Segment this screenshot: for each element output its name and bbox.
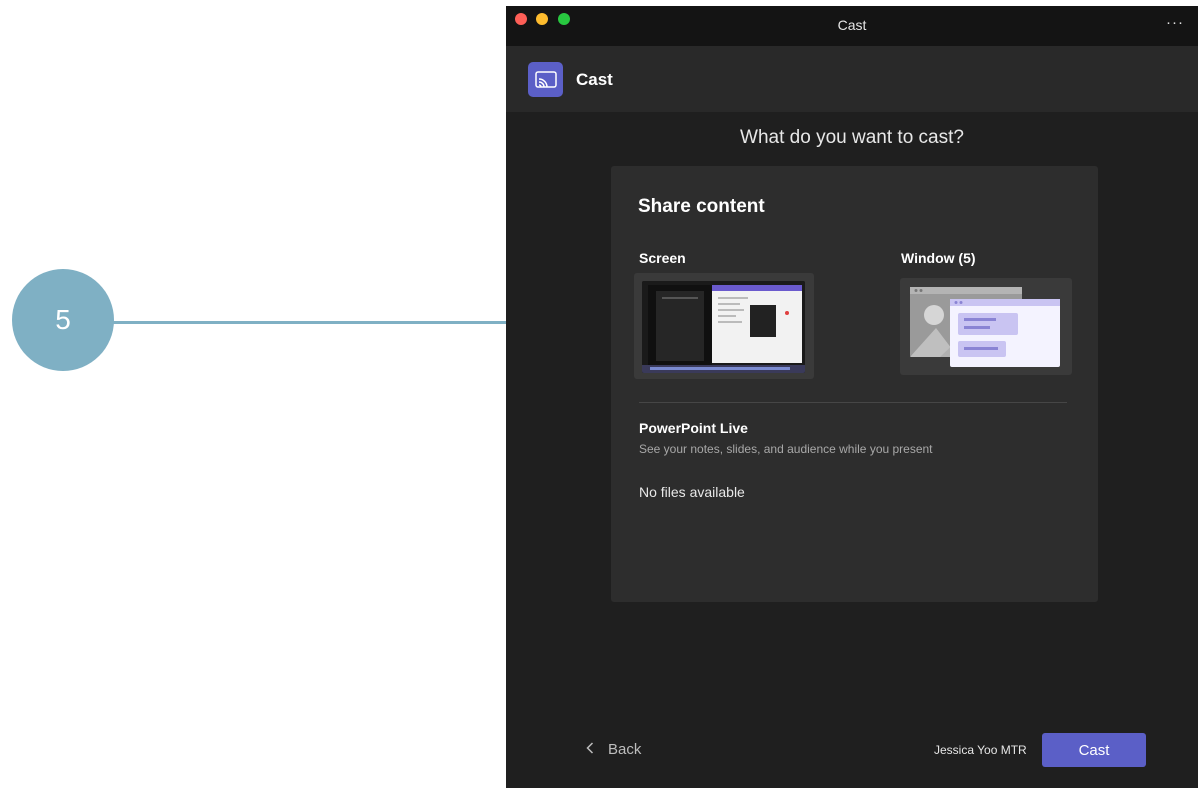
header-title: Cast (576, 70, 613, 89)
device-name: Jessica Yoo MTR (934, 743, 1027, 757)
callout-number-badge: 5 (12, 269, 114, 371)
back-button[interactable]: Back (586, 741, 641, 758)
powerpoint-live-title: PowerPoint Live (639, 420, 748, 436)
cast-window: Cast ··· Cast What do you want to cast? … (506, 6, 1198, 788)
window-option[interactable] (900, 278, 1072, 375)
chevron-left-icon (586, 741, 594, 758)
share-content-title: Share content (638, 196, 765, 217)
window-label: Window (5) (901, 250, 976, 266)
window-title: Cast (837, 17, 867, 33)
more-options-icon[interactable]: ··· (1166, 14, 1184, 31)
app-header: Cast (506, 46, 1198, 112)
screen-option[interactable] (634, 273, 814, 379)
cast-question: What do you want to cast? (740, 127, 964, 148)
window-preview-illustration (910, 287, 1060, 367)
no-files-message: No files available (639, 484, 745, 500)
powerpoint-live-subtitle: See your notes, slides, and audience whi… (639, 442, 933, 456)
back-label: Back (608, 741, 642, 758)
callout-number: 5 (55, 304, 71, 335)
cast-icon (528, 62, 563, 97)
divider (639, 402, 1067, 403)
screen-label: Screen (639, 250, 686, 266)
share-content-panel: Share content Screen Window (5) PowerPoi… (611, 166, 1098, 602)
title-bar: Cast ··· (506, 6, 1198, 46)
cast-button[interactable]: Cast (1042, 733, 1146, 767)
callout-line (112, 321, 558, 324)
screen-preview (642, 281, 805, 373)
